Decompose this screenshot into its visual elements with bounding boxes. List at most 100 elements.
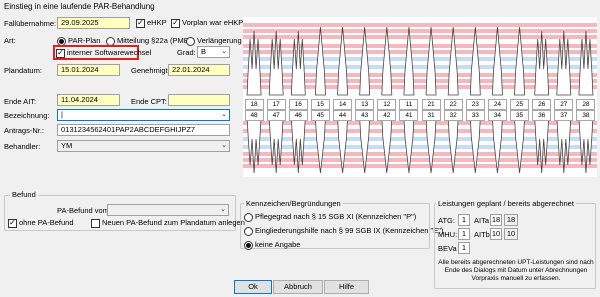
tooth-number-upper[interactable]: 28: [576, 99, 596, 110]
window-title: Einstieg in eine laufende PAR-Behandlung: [4, 2, 155, 11]
tooth-number-upper[interactable]: 21: [421, 99, 441, 110]
tooth-number-lower[interactable]: 45: [310, 110, 330, 121]
ehkp-checkbox[interactable]: ✓ eHKP: [136, 18, 167, 28]
tooth-number-lower[interactable]: 37: [554, 110, 574, 121]
ende-cpt-label: Ende CPT:: [131, 97, 167, 106]
tooth-number-upper[interactable]: 22: [443, 99, 463, 110]
befund-title: Befund: [10, 190, 38, 200]
behandler-dropdown[interactable]: YM ⌄: [57, 140, 230, 152]
ohne-pa-befund-checkbox[interactable]: ✓ ohne PA-Befund: [8, 218, 74, 228]
chart-stripe: [243, 23, 597, 27]
tooth-number-upper[interactable]: 16: [288, 99, 308, 110]
tooth-number-upper[interactable]: 17: [266, 99, 286, 110]
chevron-down-icon: ⌄: [221, 142, 227, 149]
tooth-number-upper[interactable]: 14: [333, 99, 353, 110]
grad-dropdown[interactable]: B ⌄: [197, 46, 230, 58]
tooth-number-lower[interactable]: 31: [421, 110, 441, 121]
tooth-number-upper[interactable]: 12: [377, 99, 397, 110]
mhu-planned-field[interactable]: 1: [458, 228, 470, 240]
upper-tooth: [290, 30, 306, 96]
tooth-number-lower[interactable]: 43: [355, 110, 375, 121]
tooth-number-lower[interactable]: 42: [377, 110, 397, 121]
radio-selected-icon: [244, 240, 253, 250]
check-icon: ✓: [171, 18, 180, 28]
chart-stripe: [243, 35, 597, 39]
radio-pflegegrad-label: Pflegegrad nach § 15 SGB XI (Kennzeichen…: [255, 212, 417, 221]
tooth-number-upper[interactable]: 18: [244, 99, 264, 110]
pa-befund-dropdown[interactable]: ⌄: [107, 204, 229, 216]
tooth-number-lower[interactable]: 32: [443, 110, 463, 121]
fallubernahme-date-field[interactable]: 29.09.2025: [57, 17, 130, 29]
neuen-pa-befund-checkbox[interactable]: Neuen PA-Befund zum Plandatum anlegen: [91, 218, 245, 228]
radio-eingliederungshilfe[interactable]: Eingliederungshilfe nach § 99 SGB IX (Ke…: [244, 226, 443, 236]
upper-tooth: [246, 30, 262, 96]
tooth-number-lower[interactable]: 47: [266, 110, 286, 121]
tooth-number-lower[interactable]: 44: [333, 110, 353, 121]
tooth-number-upper[interactable]: 25: [510, 99, 530, 110]
leistungen-title: Leistungen geplant / bereits abgerechnet: [436, 199, 576, 209]
tooth-chart[interactable]: [243, 17, 597, 177]
vorplan-label: Vorplan war eHKP: [182, 18, 244, 27]
chart-stripe: [243, 29, 597, 33]
behandler-label: Behandler:: [4, 142, 41, 151]
upper-tooth: [268, 30, 284, 96]
tooth-number-upper[interactable]: 23: [465, 99, 485, 110]
radio-empty-icon: [244, 226, 253, 236]
chevron-down-icon: ⌄: [220, 206, 226, 213]
radio-keine-angabe[interactable]: keine Angabe: [244, 240, 300, 250]
altb-planned-field[interactable]: 10: [490, 228, 502, 240]
beva-planned-field[interactable]: 1: [458, 242, 470, 254]
atg-planned-field[interactable]: 1: [458, 214, 470, 226]
tooth-number-upper[interactable]: 15: [310, 99, 330, 110]
check-icon: ✓: [56, 48, 65, 58]
ende-ait-label: Ende AIT:: [4, 97, 37, 106]
tooth-number-lower[interactable]: 36: [532, 110, 552, 121]
radio-empty-icon: [244, 212, 253, 222]
alta-planned-field[interactable]: 18: [490, 214, 502, 226]
tooth-number-upper[interactable]: 24: [487, 99, 507, 110]
mhu-label: MHU:: [438, 230, 458, 239]
tooth-number-lower[interactable]: 34: [487, 110, 507, 121]
fallubernahme-label: Fallübernahme:: [4, 19, 57, 28]
neuen-pa-befund-label: Neuen PA-Befund zum Plandatum anlegen: [102, 218, 245, 227]
tooth-number-upper[interactable]: 13: [355, 99, 375, 110]
tooth-number-upper[interactable]: 27: [554, 99, 574, 110]
vorplan-checkbox[interactable]: ✓ Vorplan war eHKP: [171, 18, 243, 28]
bezeichnung-combobox[interactable]: | ⌄: [57, 109, 230, 121]
tooth-number-lower[interactable]: 35: [510, 110, 530, 121]
tooth-number-lower[interactable]: 48: [244, 110, 264, 121]
genehmigt-field[interactable]: 22.01.2024: [168, 64, 230, 76]
art-label: Art:: [4, 36, 16, 45]
ende-cpt-field[interactable]: [168, 94, 230, 106]
ok-button[interactable]: Ok: [234, 280, 272, 294]
radio-eingliederungshilfe-label: Eingliederungshilfe nach § 99 SGB IX (Ke…: [255, 226, 444, 235]
chart-stripe: [243, 164, 597, 168]
genehmigt-label: Genehmigt:: [131, 66, 170, 75]
kennzeichen-title: Kennzeichen/Begründungen: [244, 199, 343, 209]
abbruch-button[interactable]: Abbruch: [273, 280, 323, 294]
tooth-number-upper[interactable]: 11: [399, 99, 419, 110]
alta-label: AITa: [474, 216, 490, 225]
radio-pflegegrad[interactable]: Pflegegrad nach § 15 SGB XI (Kennzeichen…: [244, 212, 416, 222]
radio-verlangerung[interactable]: Verlängerung: [186, 36, 242, 46]
leistungen-note: Alle bereits abgerechneten UPT-Leistunge…: [438, 259, 594, 282]
tooth-number-upper[interactable]: 26: [532, 99, 552, 110]
chart-stripe: [243, 44, 597, 48]
hilfe-button[interactable]: Hilfe: [324, 280, 369, 294]
plandatum-field[interactable]: 15.01.2024: [57, 64, 120, 76]
altb-done-field[interactable]: 10: [504, 228, 518, 240]
interner-softwarewechsel-checkbox[interactable]: ✓ interner Softwarewechsel: [56, 48, 151, 58]
radio-verlangerung-label: Verlängerung: [197, 36, 242, 45]
antrags-nr-field[interactable]: 0131234562401PAP2ABCDEFGHIJPZ7: [57, 124, 230, 136]
ende-ait-field[interactable]: 11.04.2024: [57, 94, 120, 106]
check-icon: ✓: [136, 18, 145, 28]
atg-label: ATG:: [438, 216, 455, 225]
alta-done-field[interactable]: 18: [504, 214, 518, 226]
tooth-number-lower[interactable]: 46: [288, 110, 308, 121]
tooth-number-lower[interactable]: 38: [576, 110, 596, 121]
pa-befund-label: PA-Befund vom:: [57, 206, 112, 215]
tooth-number-lower[interactable]: 41: [399, 110, 419, 121]
interner-label: interner Softwarewechsel: [67, 48, 152, 57]
grad-label: Grad:: [177, 48, 196, 57]
tooth-number-lower[interactable]: 33: [465, 110, 485, 121]
